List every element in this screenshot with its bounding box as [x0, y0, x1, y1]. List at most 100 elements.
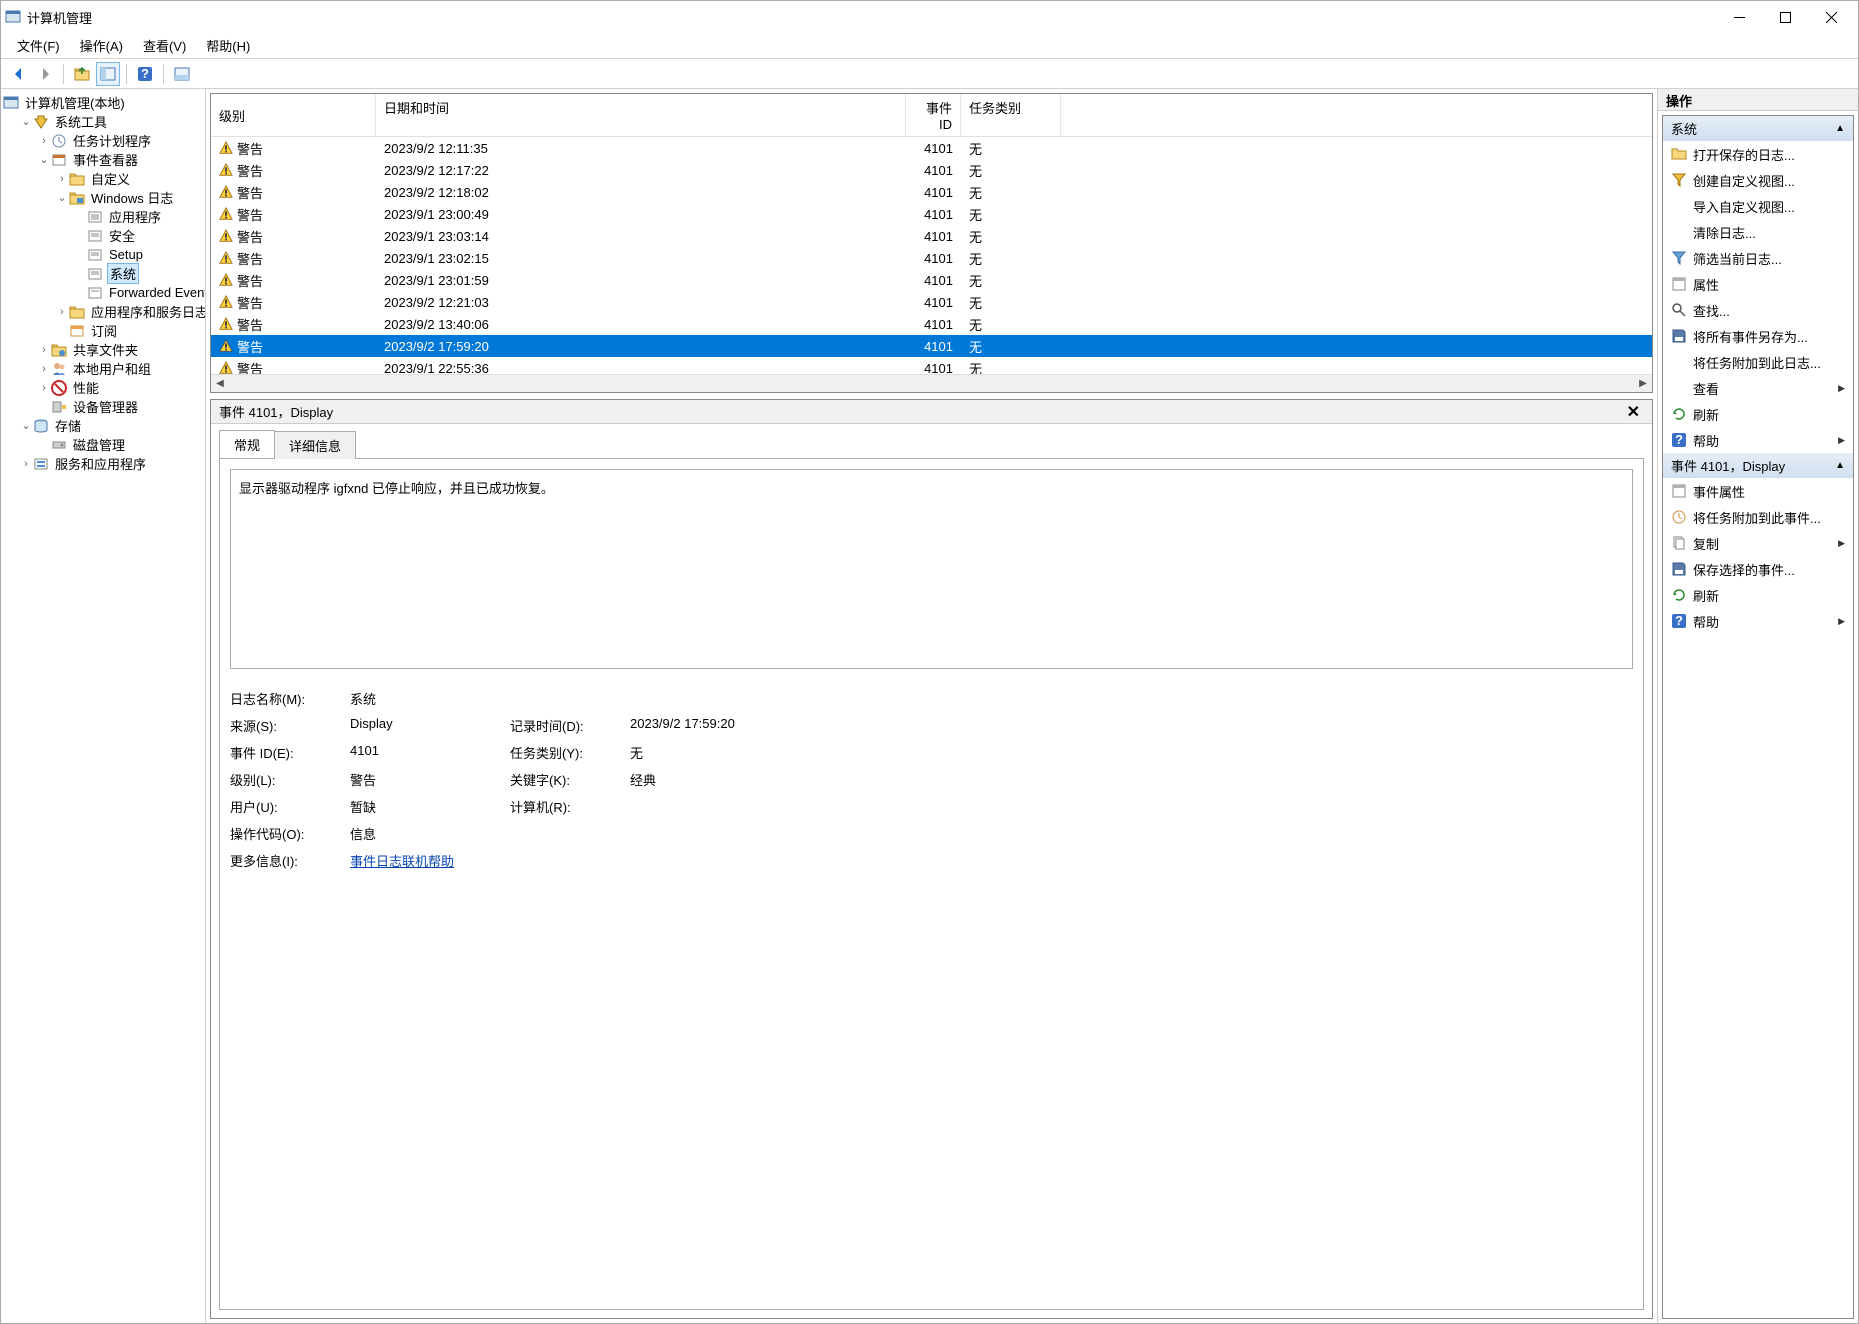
- close-button[interactable]: [1808, 2, 1854, 32]
- maximize-button[interactable]: [1762, 2, 1808, 32]
- tree-winlogs[interactable]: ⌄Windows 日志: [1, 188, 206, 207]
- expand-icon[interactable]: ›: [37, 344, 51, 356]
- expand-icon[interactable]: ›: [37, 135, 51, 147]
- action-refresh[interactable]: 刷新: [1663, 401, 1853, 427]
- event-row[interactable]: 警告2023/9/1 23:02:154101无: [211, 247, 1652, 269]
- tree-perf[interactable]: ›性能: [1, 378, 206, 397]
- expand-icon[interactable]: ›: [55, 306, 69, 318]
- event-row[interactable]: 警告2023/9/2 12:21:034101无: [211, 291, 1652, 313]
- tree-system[interactable]: 系统: [1, 264, 206, 283]
- detail-close-button[interactable]: ✕: [1623, 402, 1644, 422]
- tree-custom[interactable]: ›自定义: [1, 169, 206, 188]
- list-body[interactable]: 警告2023/9/2 12:11:354101无警告2023/9/2 12:17…: [211, 137, 1652, 374]
- tree-appservices[interactable]: ›应用程序和服务日志: [1, 302, 206, 321]
- expand-icon[interactable]: ›: [19, 458, 33, 470]
- tree-pane[interactable]: 计算机管理(本地) ⌄系统工具 ›任务计划程序 ⌄事件查看器 ›自定义 ⌄Win…: [1, 89, 206, 1323]
- action-create-custom[interactable]: 创建自定义视图...: [1663, 167, 1853, 193]
- actions-section-event[interactable]: 事件 4101，Display▲: [1663, 453, 1853, 478]
- tree-event-viewer[interactable]: ⌄事件查看器: [1, 150, 206, 169]
- meta-computer-key: 计算机(R):: [510, 797, 630, 816]
- action-save-all[interactable]: 将所有事件另存为...: [1663, 323, 1853, 349]
- collapse-icon[interactable]: ▲: [1835, 123, 1845, 134]
- tree-systools[interactable]: ⌄系统工具: [1, 112, 206, 131]
- actions-section-system[interactable]: 系统▲: [1663, 116, 1853, 141]
- event-row[interactable]: 警告2023/9/2 13:40:064101无: [211, 313, 1652, 335]
- tree-setup[interactable]: Setup: [1, 245, 206, 264]
- h-scrollbar[interactable]: ◀ ▶: [211, 374, 1652, 392]
- col-eid[interactable]: 事件 ID: [906, 94, 961, 136]
- event-row[interactable]: 警告2023/9/2 12:11:354101无: [211, 137, 1652, 159]
- event-row[interactable]: 警告2023/9/1 23:03:144101无: [211, 225, 1652, 247]
- event-row[interactable]: 警告2023/9/1 23:00:494101无: [211, 203, 1652, 225]
- scroll-right-icon[interactable]: ▶: [1634, 376, 1652, 392]
- action-import-custom[interactable]: 导入自定义视图...: [1663, 193, 1853, 219]
- tree-root[interactable]: 计算机管理(本地): [1, 93, 206, 112]
- tree-subscriptions[interactable]: 订阅: [1, 321, 206, 340]
- collapse-icon[interactable]: ⌄: [19, 115, 33, 128]
- col-date[interactable]: 日期和时间: [376, 94, 906, 136]
- collapse-icon[interactable]: ⌄: [19, 419, 33, 432]
- action-attach-task[interactable]: 将任务附加到此日志...: [1663, 349, 1853, 375]
- scroll-left-icon[interactable]: ◀: [211, 376, 229, 392]
- tree-services[interactable]: ›服务和应用程序: [1, 454, 206, 473]
- action-refresh2[interactable]: 刷新: [1663, 582, 1853, 608]
- help-link[interactable]: 事件日志联机帮助: [350, 854, 454, 869]
- details-pane-button[interactable]: [170, 62, 194, 86]
- menu-view[interactable]: 查看(V): [133, 33, 196, 58]
- action-event-props[interactable]: 事件属性: [1663, 478, 1853, 504]
- help-button[interactable]: ?: [133, 62, 157, 86]
- tree-task-scheduler[interactable]: ›任务计划程序: [1, 131, 206, 150]
- tab-details[interactable]: 详细信息: [274, 431, 356, 459]
- event-row[interactable]: 警告2023/9/1 22:55:364101无: [211, 357, 1652, 374]
- event-id: 4101: [906, 185, 961, 200]
- minimize-button[interactable]: [1716, 2, 1762, 32]
- action-attach-event[interactable]: 将任务附加到此事件...: [1663, 504, 1853, 530]
- event-row[interactable]: 警告2023/9/1 23:01:594101无: [211, 269, 1652, 291]
- meta-eid-key: 事件 ID(E):: [230, 743, 350, 762]
- meta-logged-val: 2023/9/2 17:59:20: [630, 716, 830, 735]
- col-cat[interactable]: 任务类别: [961, 94, 1061, 136]
- tab-general[interactable]: 常规: [219, 430, 275, 458]
- tree-localusers[interactable]: ›本地用户和组: [1, 359, 206, 378]
- event-row[interactable]: 警告2023/9/2 12:17:224101无: [211, 159, 1652, 181]
- action-open-saved[interactable]: 打开保存的日志...: [1663, 141, 1853, 167]
- tree-security[interactable]: 安全: [1, 226, 206, 245]
- collapse-icon[interactable]: ⌄: [55, 191, 69, 204]
- funnel-icon: [1671, 250, 1687, 266]
- event-date: 2023/9/1 23:03:14: [376, 229, 906, 244]
- action-help[interactable]: ?帮助▶: [1663, 427, 1853, 453]
- meta-logname-val: 系统: [350, 689, 510, 708]
- tree-forwarded[interactable]: Forwarded Events: [1, 283, 206, 302]
- tree-diskmgr[interactable]: 磁盘管理: [1, 435, 206, 454]
- tree-app[interactable]: 应用程序: [1, 207, 206, 226]
- folder-up-button[interactable]: [70, 62, 94, 86]
- menu-action[interactable]: 操作(A): [70, 33, 133, 58]
- action-save-sel[interactable]: 保存选择的事件...: [1663, 556, 1853, 582]
- back-button[interactable]: [7, 62, 31, 86]
- action-help2[interactable]: ?帮助▶: [1663, 608, 1853, 634]
- tree-devmgr[interactable]: 设备管理器: [1, 397, 206, 416]
- expand-icon[interactable]: ›: [55, 173, 69, 185]
- menu-file[interactable]: 文件(F): [7, 33, 70, 58]
- expand-icon[interactable]: ›: [37, 363, 51, 375]
- action-properties[interactable]: 属性: [1663, 271, 1853, 297]
- show-hide-tree-button[interactable]: [96, 62, 120, 86]
- action-clear-log[interactable]: 清除日志...: [1663, 219, 1853, 245]
- event-level: 警告: [237, 315, 263, 334]
- warning-icon: [219, 229, 233, 243]
- collapse-icon[interactable]: ⌄: [37, 153, 51, 166]
- action-find[interactable]: 查找...: [1663, 297, 1853, 323]
- action-filter[interactable]: 筛选当前日志...: [1663, 245, 1853, 271]
- action-copy[interactable]: 复制▶: [1663, 530, 1853, 556]
- action-view[interactable]: 查看▶: [1663, 375, 1853, 401]
- collapse-icon[interactable]: ▲: [1835, 460, 1845, 471]
- forward-button[interactable]: [33, 62, 57, 86]
- event-row[interactable]: 警告2023/9/2 17:59:204101无: [211, 335, 1652, 357]
- tree-storage[interactable]: ⌄存储: [1, 416, 206, 435]
- event-meta: 日志名称(M): 系统 来源(S): Display 记录时间(D): 2023…: [230, 689, 1633, 870]
- menu-help[interactable]: 帮助(H): [196, 33, 260, 58]
- col-level[interactable]: 级别: [211, 94, 376, 136]
- tree-shared[interactable]: ›共享文件夹: [1, 340, 206, 359]
- event-row[interactable]: 警告2023/9/2 12:18:024101无: [211, 181, 1652, 203]
- expand-icon[interactable]: ›: [37, 382, 51, 394]
